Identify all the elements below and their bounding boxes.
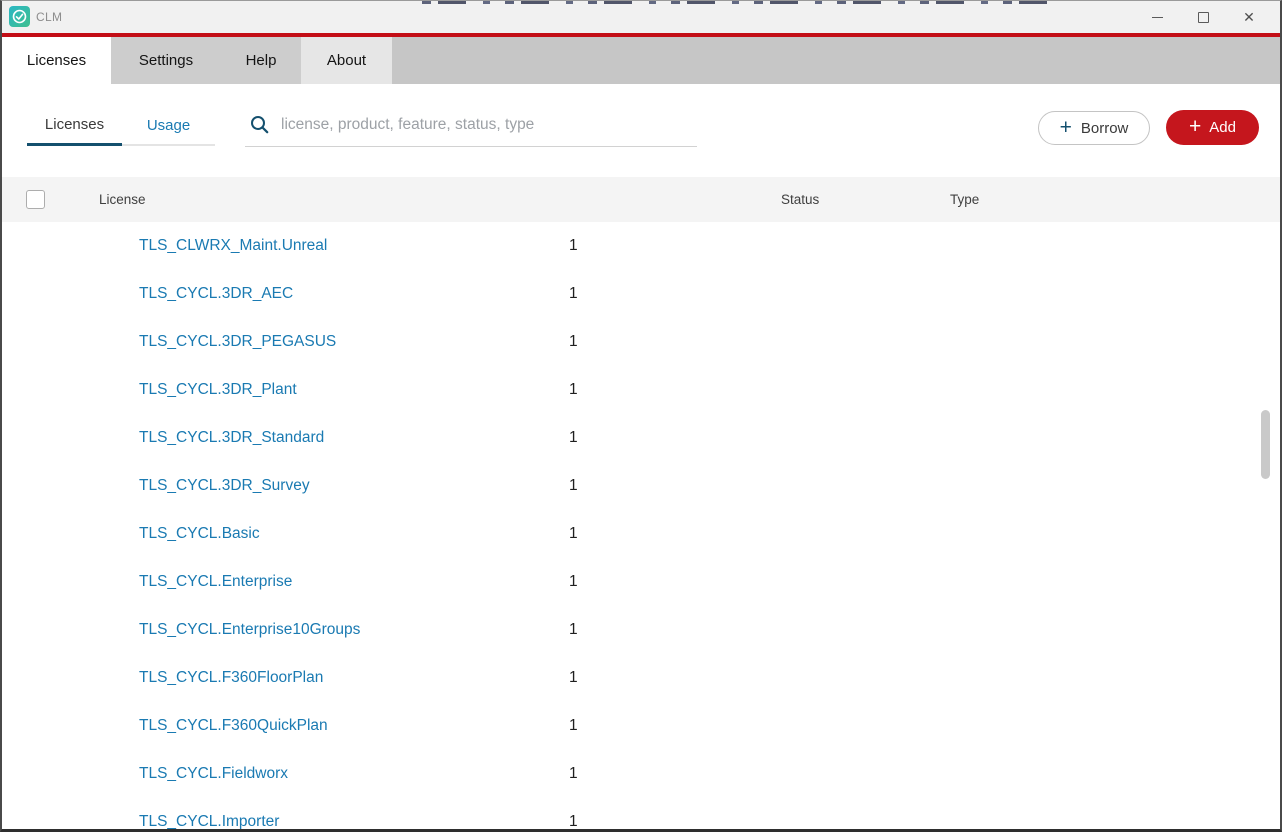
tab-help[interactable]: Help xyxy=(221,37,301,84)
select-all-checkbox[interactable] xyxy=(26,190,45,209)
license-link[interactable]: TLS_CYCL.Importer xyxy=(139,813,279,829)
tab-licenses[interactable]: Licenses xyxy=(2,37,111,84)
license-count: 1 xyxy=(569,429,578,446)
table-row: TLS_CYCL.F360FloorPlan 1 xyxy=(2,654,1280,702)
table-row: TLS_CYCL.F360QuickPlan 1 xyxy=(2,702,1280,750)
title-bar: CLM ✕ xyxy=(2,1,1280,33)
view-tab-bar: Licenses Usage xyxy=(27,106,215,146)
tab-about[interactable]: About xyxy=(301,37,392,84)
table-header: License Status Type xyxy=(2,177,1280,222)
table-row: TLS_CYCL.Fieldworx 1 xyxy=(2,750,1280,798)
license-count: 1 xyxy=(569,477,578,494)
tab-bar-filler xyxy=(392,37,1280,84)
tab-settings[interactable]: Settings xyxy=(111,37,221,84)
license-count: 1 xyxy=(569,381,578,398)
search-field xyxy=(245,107,697,147)
table-row: TLS_CYCL.Importer 1 xyxy=(2,798,1280,830)
license-link[interactable]: TLS_CYCL.3DR_AEC xyxy=(139,285,293,303)
license-count: 1 xyxy=(569,765,578,782)
license-count: 1 xyxy=(569,237,578,254)
vertical-scrollbar-thumb[interactable] xyxy=(1261,410,1270,479)
window-title: CLM xyxy=(36,10,63,24)
screen-artifact xyxy=(422,1,1057,4)
add-button-label: Add xyxy=(1209,119,1236,136)
column-header-type[interactable]: Type xyxy=(950,177,979,222)
close-button[interactable]: ✕ xyxy=(1226,1,1272,33)
main-tab-bar: Licenses Settings Help About xyxy=(2,37,1280,84)
search-input[interactable] xyxy=(281,115,697,138)
table-row: TLS_CYCL.3DR_Standard 1 xyxy=(2,414,1280,462)
license-count: 1 xyxy=(569,717,578,734)
license-link[interactable]: TLS_CYCL.F360QuickPlan xyxy=(139,717,328,735)
table-row: TLS_CYCL.3DR_PEGASUS 1 xyxy=(2,318,1280,366)
table-row: TLS_CLWRX_Maint.Unreal 1 xyxy=(2,222,1280,270)
minimize-button[interactable] xyxy=(1134,1,1180,33)
minimize-icon xyxy=(1151,16,1163,18)
view-tab-usage[interactable]: Usage xyxy=(122,106,215,146)
column-header-status[interactable]: Status xyxy=(781,177,819,222)
license-count: 1 xyxy=(569,669,578,686)
license-count: 1 xyxy=(569,573,578,590)
view-tab-licenses[interactable]: Licenses xyxy=(27,106,122,146)
license-count: 1 xyxy=(569,525,578,542)
license-link[interactable]: TLS_CYCL.Enterprise xyxy=(139,573,292,591)
table-row: TLS_CYCL.3DR_AEC 1 xyxy=(2,270,1280,318)
license-table-body: TLS_CLWRX_Maint.Unreal 1 TLS_CYCL.3DR_AE… xyxy=(2,222,1280,830)
license-link[interactable]: TLS_CYCL.3DR_Standard xyxy=(139,429,324,447)
table-row: TLS_CYCL.3DR_Plant 1 xyxy=(2,366,1280,414)
plus-icon: + xyxy=(1059,115,1072,139)
license-link[interactable]: TLS_CLWRX_Maint.Unreal xyxy=(139,237,327,255)
license-link[interactable]: TLS_CYCL.Basic xyxy=(139,525,260,543)
table-row: TLS_CYCL.3DR_Survey 1 xyxy=(2,462,1280,510)
maximize-icon xyxy=(1197,11,1209,23)
table-row: TLS_CYCL.Enterprise 1 xyxy=(2,558,1280,606)
close-icon: ✕ xyxy=(1243,9,1255,25)
borrow-button[interactable]: + Borrow xyxy=(1038,111,1150,145)
license-count: 1 xyxy=(569,333,578,350)
license-count: 1 xyxy=(569,621,578,638)
plus-icon: + xyxy=(1189,115,1202,138)
search-icon xyxy=(251,116,269,134)
borrow-button-label: Borrow xyxy=(1080,119,1129,137)
license-link[interactable]: TLS_CYCL.3DR_Plant xyxy=(139,381,297,399)
license-link[interactable]: TLS_CYCL.Enterprise10Groups xyxy=(139,621,360,639)
column-header-license[interactable]: License xyxy=(99,177,146,222)
license-link[interactable]: TLS_CYCL.Fieldworx xyxy=(139,765,288,783)
license-link[interactable]: TLS_CYCL.3DR_PEGASUS xyxy=(139,333,336,351)
license-link[interactable]: TLS_CYCL.3DR_Survey xyxy=(139,477,310,495)
table-row: TLS_CYCL.Basic 1 xyxy=(2,510,1280,558)
table-row: TLS_CYCL.Enterprise10Groups 1 xyxy=(2,606,1280,654)
app-logo-icon xyxy=(9,6,30,27)
app-window: CLM ✕ Licenses Settings Help About Licen… xyxy=(0,0,1282,832)
maximize-button[interactable] xyxy=(1180,1,1226,33)
license-count: 1 xyxy=(569,813,578,830)
license-link[interactable]: TLS_CYCL.F360FloorPlan xyxy=(139,669,323,687)
add-button[interactable]: + Add xyxy=(1166,110,1259,145)
license-count: 1 xyxy=(569,285,578,302)
window-controls: ✕ xyxy=(1134,1,1272,33)
